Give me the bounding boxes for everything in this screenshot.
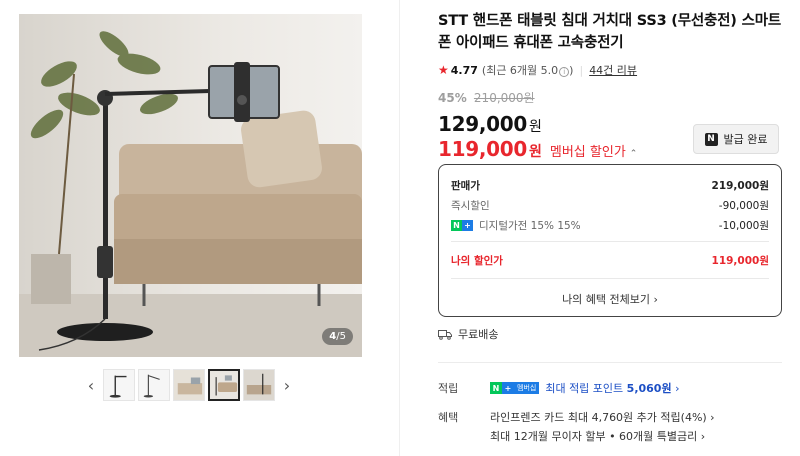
- thumbnail-1[interactable]: [103, 369, 135, 401]
- review-count-link[interactable]: 44건 리뷰: [589, 62, 637, 78]
- member-price-unit: 원: [529, 144, 542, 160]
- price-unit: 원: [529, 119, 542, 135]
- breakdown-divider: [451, 241, 769, 242]
- info-icon[interactable]: i: [559, 67, 570, 77]
- discount-row: 45% 210,000원: [438, 89, 782, 106]
- breakdown-row: 판매가 219,000원: [451, 179, 769, 192]
- rating-score: 4.77: [450, 63, 478, 77]
- naver-n-icon: N: [704, 132, 718, 146]
- shipping-label: 무료배송: [458, 328, 499, 341]
- main-product-image[interactable]: 4/5: [19, 14, 362, 357]
- installment-benefit-link[interactable]: 최대 12개월 무이자 할부 • 60개월 특별금리 ›: [490, 427, 715, 446]
- member-price: 119,000: [438, 137, 527, 161]
- product-title: STT 핸드폰 태블릿 침대 거치대 SS3 (무선충전) 스마트폰 아이패드 …: [438, 13, 781, 51]
- image-counter: 4/5: [322, 328, 353, 345]
- breakdown-row: N + 디지털가전 15% 15% -10,000원: [451, 215, 769, 235]
- price-breakdown-box: 판매가 219,000원 즉시할인 -90,000원 N + 디지털가전 15% …: [438, 164, 782, 317]
- benefit-label: 혜택: [438, 411, 459, 424]
- panel-divider: [399, 0, 400, 456]
- thumbnail-strip: ‹ ›: [82, 369, 296, 401]
- thumbnail-4[interactable]: [208, 369, 240, 401]
- earn-points-row: 적립 N + 멤버십 최대 적립 포인트 5,060원 ›: [438, 380, 680, 396]
- view-all-benefits-link[interactable]: 나의 혜택 전체보기 ›: [451, 291, 769, 307]
- card-benefit-link[interactable]: 라인프렌즈 카드 최대 4,760원 추가 적립(4%) ›: [490, 408, 715, 427]
- thumbnail-3[interactable]: [173, 369, 205, 401]
- chevron-up-icon[interactable]: ⌃: [630, 149, 638, 159]
- separator: |: [579, 63, 584, 77]
- member-price-label: 멤버십 할인가: [549, 145, 626, 160]
- truck-icon: [438, 329, 452, 340]
- rating-row: ★ 4.77 (최근 6개월 5.0 i) | 44건 리뷰: [438, 62, 782, 78]
- thumbnail-5[interactable]: [243, 369, 275, 401]
- naver-plus-badge-icon: N +: [451, 219, 473, 231]
- naver-membership-badge-icon: N + 멤버십: [490, 382, 540, 394]
- coupon-label: 발급 완료: [723, 133, 768, 146]
- next-image-arrow[interactable]: ›: [278, 370, 296, 400]
- star-icon: ★: [438, 63, 449, 77]
- thumbnail-2[interactable]: [138, 369, 170, 401]
- recent-rating: (최근 6개월 5.0 i): [481, 64, 574, 77]
- earn-label: 적립: [438, 382, 459, 395]
- sale-price: 129,000: [438, 112, 527, 136]
- my-discount-row: 나의 할인가 119,000원: [451, 254, 769, 267]
- product-gallery: 4/5 ‹ ›: [0, 0, 400, 456]
- shipping-row: 무료배송: [438, 326, 498, 342]
- max-points-link[interactable]: 최대 적립 포인트 5,060원 ›: [545, 380, 679, 396]
- prev-image-arrow[interactable]: ‹: [82, 370, 100, 400]
- product-photo-illustration: [19, 14, 362, 357]
- discount-rate: 45%: [438, 91, 467, 105]
- breakdown-row: 즉시할인 -90,000원: [451, 199, 769, 212]
- breakdown-divider: [451, 278, 769, 279]
- coupon-issued-button[interactable]: N 발급 완료: [693, 124, 779, 154]
- benefit-row: 혜택 라인프렌즈 카드 최대 4,760원 추가 적립(4%) › 최대 12개…: [438, 408, 715, 446]
- section-divider: [438, 362, 782, 363]
- original-price: 210,000원: [473, 91, 535, 105]
